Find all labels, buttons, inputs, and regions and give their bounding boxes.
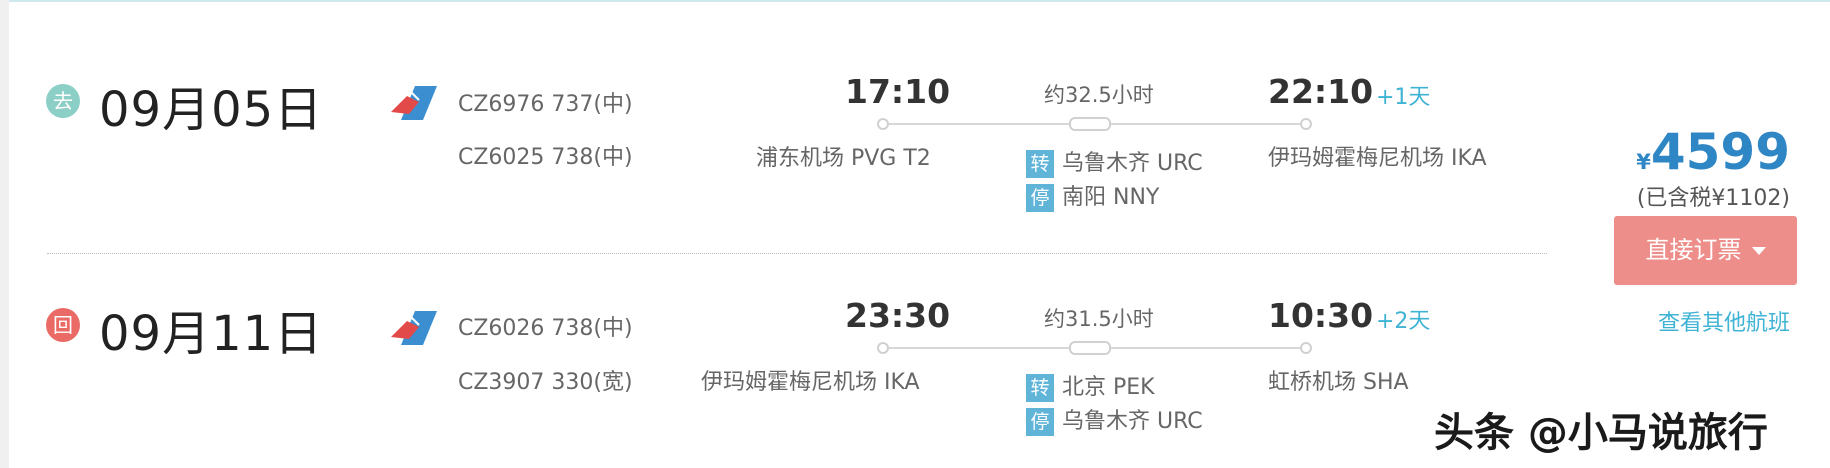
return-depart-time: 23:30 — [845, 296, 951, 335]
flight-result-card: 去 09月05日 CZ6976 737(中) CZ6025 738(中) 17:… — [9, 0, 1830, 468]
stopover-place: 乌鲁木齐 URC — [1062, 409, 1203, 434]
outbound-duration: 约32.5小时 — [1044, 83, 1154, 107]
stopover-tag: 停 — [1026, 408, 1054, 436]
view-other-flights-link[interactable]: 查看其他航班 — [1658, 305, 1790, 337]
price-block: ¥4599 — [1636, 123, 1790, 181]
outbound-flight-2: CZ6025 738(中) — [458, 145, 633, 170]
row-divider — [47, 253, 1547, 254]
transfer-tag: 转 — [1026, 374, 1054, 402]
outbound-transfer-row: 转乌鲁木齐 URC — [1026, 145, 1203, 178]
transfer-tag: 转 — [1026, 150, 1054, 178]
return-depart-airport: 伊玛姆霍梅尼机场 IKA — [701, 370, 920, 395]
outbound-depart-airport: 浦东机场 PVG T2 — [756, 146, 931, 171]
stopover-place: 南阳 NNY — [1062, 185, 1160, 210]
return-route-end-dot — [1300, 342, 1312, 354]
return-stopover-row: 停乌鲁木齐 URC — [1026, 403, 1203, 436]
price-currency: ¥ — [1636, 150, 1651, 174]
outbound-date: 09月05日 — [99, 82, 324, 138]
transfer-place: 北京 PEK — [1062, 375, 1155, 400]
outbound-arrive-airport: 伊玛姆霍梅尼机场 IKA — [1268, 146, 1487, 171]
return-route-stop-marker — [1069, 341, 1111, 355]
return-route-start-dot — [877, 342, 889, 354]
outbound-route-stop-marker — [1069, 117, 1111, 131]
return-arrive-day-offset: +2天 — [1376, 309, 1431, 334]
return-badge: 回 — [46, 308, 80, 342]
return-transfer-row: 转北京 PEK — [1026, 369, 1155, 402]
outbound-arrive-time: 22:10 — [1268, 72, 1374, 111]
caret-down-icon — [1751, 247, 1766, 255]
return-duration: 约31.5小时 — [1044, 307, 1154, 331]
stopover-tag: 停 — [1026, 184, 1054, 212]
return-date: 09月11日 — [99, 306, 324, 362]
outbound-route-end-dot — [1300, 118, 1312, 130]
return-arrive-airport: 虹桥机场 SHA — [1268, 370, 1409, 395]
price-amount: 4599 — [1650, 123, 1790, 181]
outbound-arrive-day-offset: +1天 — [1376, 85, 1431, 110]
airline-logo-icon — [391, 311, 437, 345]
return-flight-2: CZ3907 330(宽) — [458, 370, 633, 395]
outbound-flight-1: CZ6976 737(中) — [458, 92, 633, 117]
outbound-depart-time: 17:10 — [845, 72, 951, 111]
book-now-label: 直接订票 — [1645, 236, 1742, 264]
book-now-button[interactable]: 直接订票 — [1614, 216, 1797, 285]
transfer-place: 乌鲁木齐 URC — [1062, 151, 1203, 176]
airline-logo-icon — [391, 86, 437, 120]
outbound-stopover-row: 停南阳 NNY — [1026, 179, 1159, 212]
outbound-route-start-dot — [877, 118, 889, 130]
watermark: 头条 @小马说旅行 — [1434, 410, 1768, 456]
price-tax-note: (已含税¥1102) — [1636, 186, 1790, 211]
outbound-badge: 去 — [46, 84, 80, 118]
return-flight-1: CZ6026 738(中) — [458, 316, 633, 341]
return-arrive-time: 10:30 — [1268, 296, 1374, 335]
